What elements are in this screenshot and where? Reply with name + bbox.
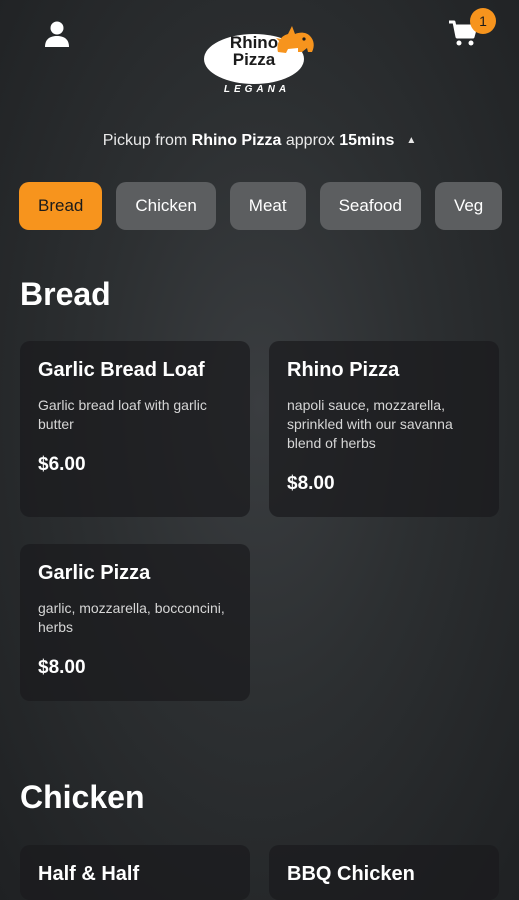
tab-chicken[interactable]: Chicken xyxy=(116,182,216,230)
menu-item-name: Rhino Pizza xyxy=(287,359,400,381)
brand-logo: Rhino Pizza LEGANA xyxy=(200,20,318,100)
logo-line1: Rhino xyxy=(229,33,279,52)
menu-item-price: $6.00 xyxy=(38,454,86,475)
menu-item-description: garlic, mozzarella, bocconcini, herbs xyxy=(38,600,225,635)
logo-line2: Pizza xyxy=(232,50,276,69)
menu-item-name: Half & Half xyxy=(38,863,140,885)
logo-subtitle: LEGANA xyxy=(223,84,291,95)
logo-wordmark: Rhino Pizza xyxy=(214,34,294,68)
menu-item-card[interactable]: Half & Half xyxy=(20,845,250,900)
app-header: Rhino Pizza LEGANA 1 xyxy=(0,0,519,110)
tab-meat[interactable]: Meat xyxy=(229,182,306,230)
cart-count-badge: 1 xyxy=(470,8,496,34)
pickup-selector[interactable]: Pickup from Rhino Pizza approx 15mins ▲ xyxy=(0,132,519,150)
menu-item-price: $8.00 xyxy=(287,473,335,494)
tab-bread[interactable]: Bread xyxy=(19,182,103,230)
tab-seafood[interactable]: Seafood xyxy=(319,182,421,230)
section-title-chicken: Chicken xyxy=(20,779,145,815)
menu-item-card[interactable]: BBQ Chicken xyxy=(269,845,499,900)
menu-item-card[interactable]: Rhino Pizza napoli sauce, mozzarella, sp… xyxy=(269,341,499,517)
menu-item-card[interactable]: Garlic Pizza garlic, mozzarella, bocconc… xyxy=(20,544,250,701)
menu-item-name: Garlic Bread Loaf xyxy=(38,359,205,381)
tab-veg[interactable]: Veg xyxy=(434,182,503,230)
caret-up-icon: ▲ xyxy=(406,135,417,146)
menu-item-card[interactable]: Garlic Bread Loaf Garlic bread loaf with… xyxy=(20,341,250,517)
menu-item-description: napoli sauce, mozzarella, sprinkled with… xyxy=(287,397,453,451)
pickup-time: 15mins xyxy=(339,132,395,149)
menu-item-description: Garlic bread loaf with garlic butter xyxy=(38,397,207,432)
menu-item-price: $8.00 xyxy=(38,657,86,678)
user-icon[interactable] xyxy=(44,20,70,48)
category-tabs: Bread Chicken Meat Seafood Veg xyxy=(19,182,516,230)
section-title-bread: Bread xyxy=(20,276,111,312)
menu-item-name: Garlic Pizza xyxy=(38,562,151,584)
pickup-store: Rhino Pizza xyxy=(191,132,282,149)
pickup-middle: approx xyxy=(281,132,340,149)
menu-item-name: BBQ Chicken xyxy=(287,863,415,885)
pickup-prefix: Pickup from xyxy=(102,132,192,149)
